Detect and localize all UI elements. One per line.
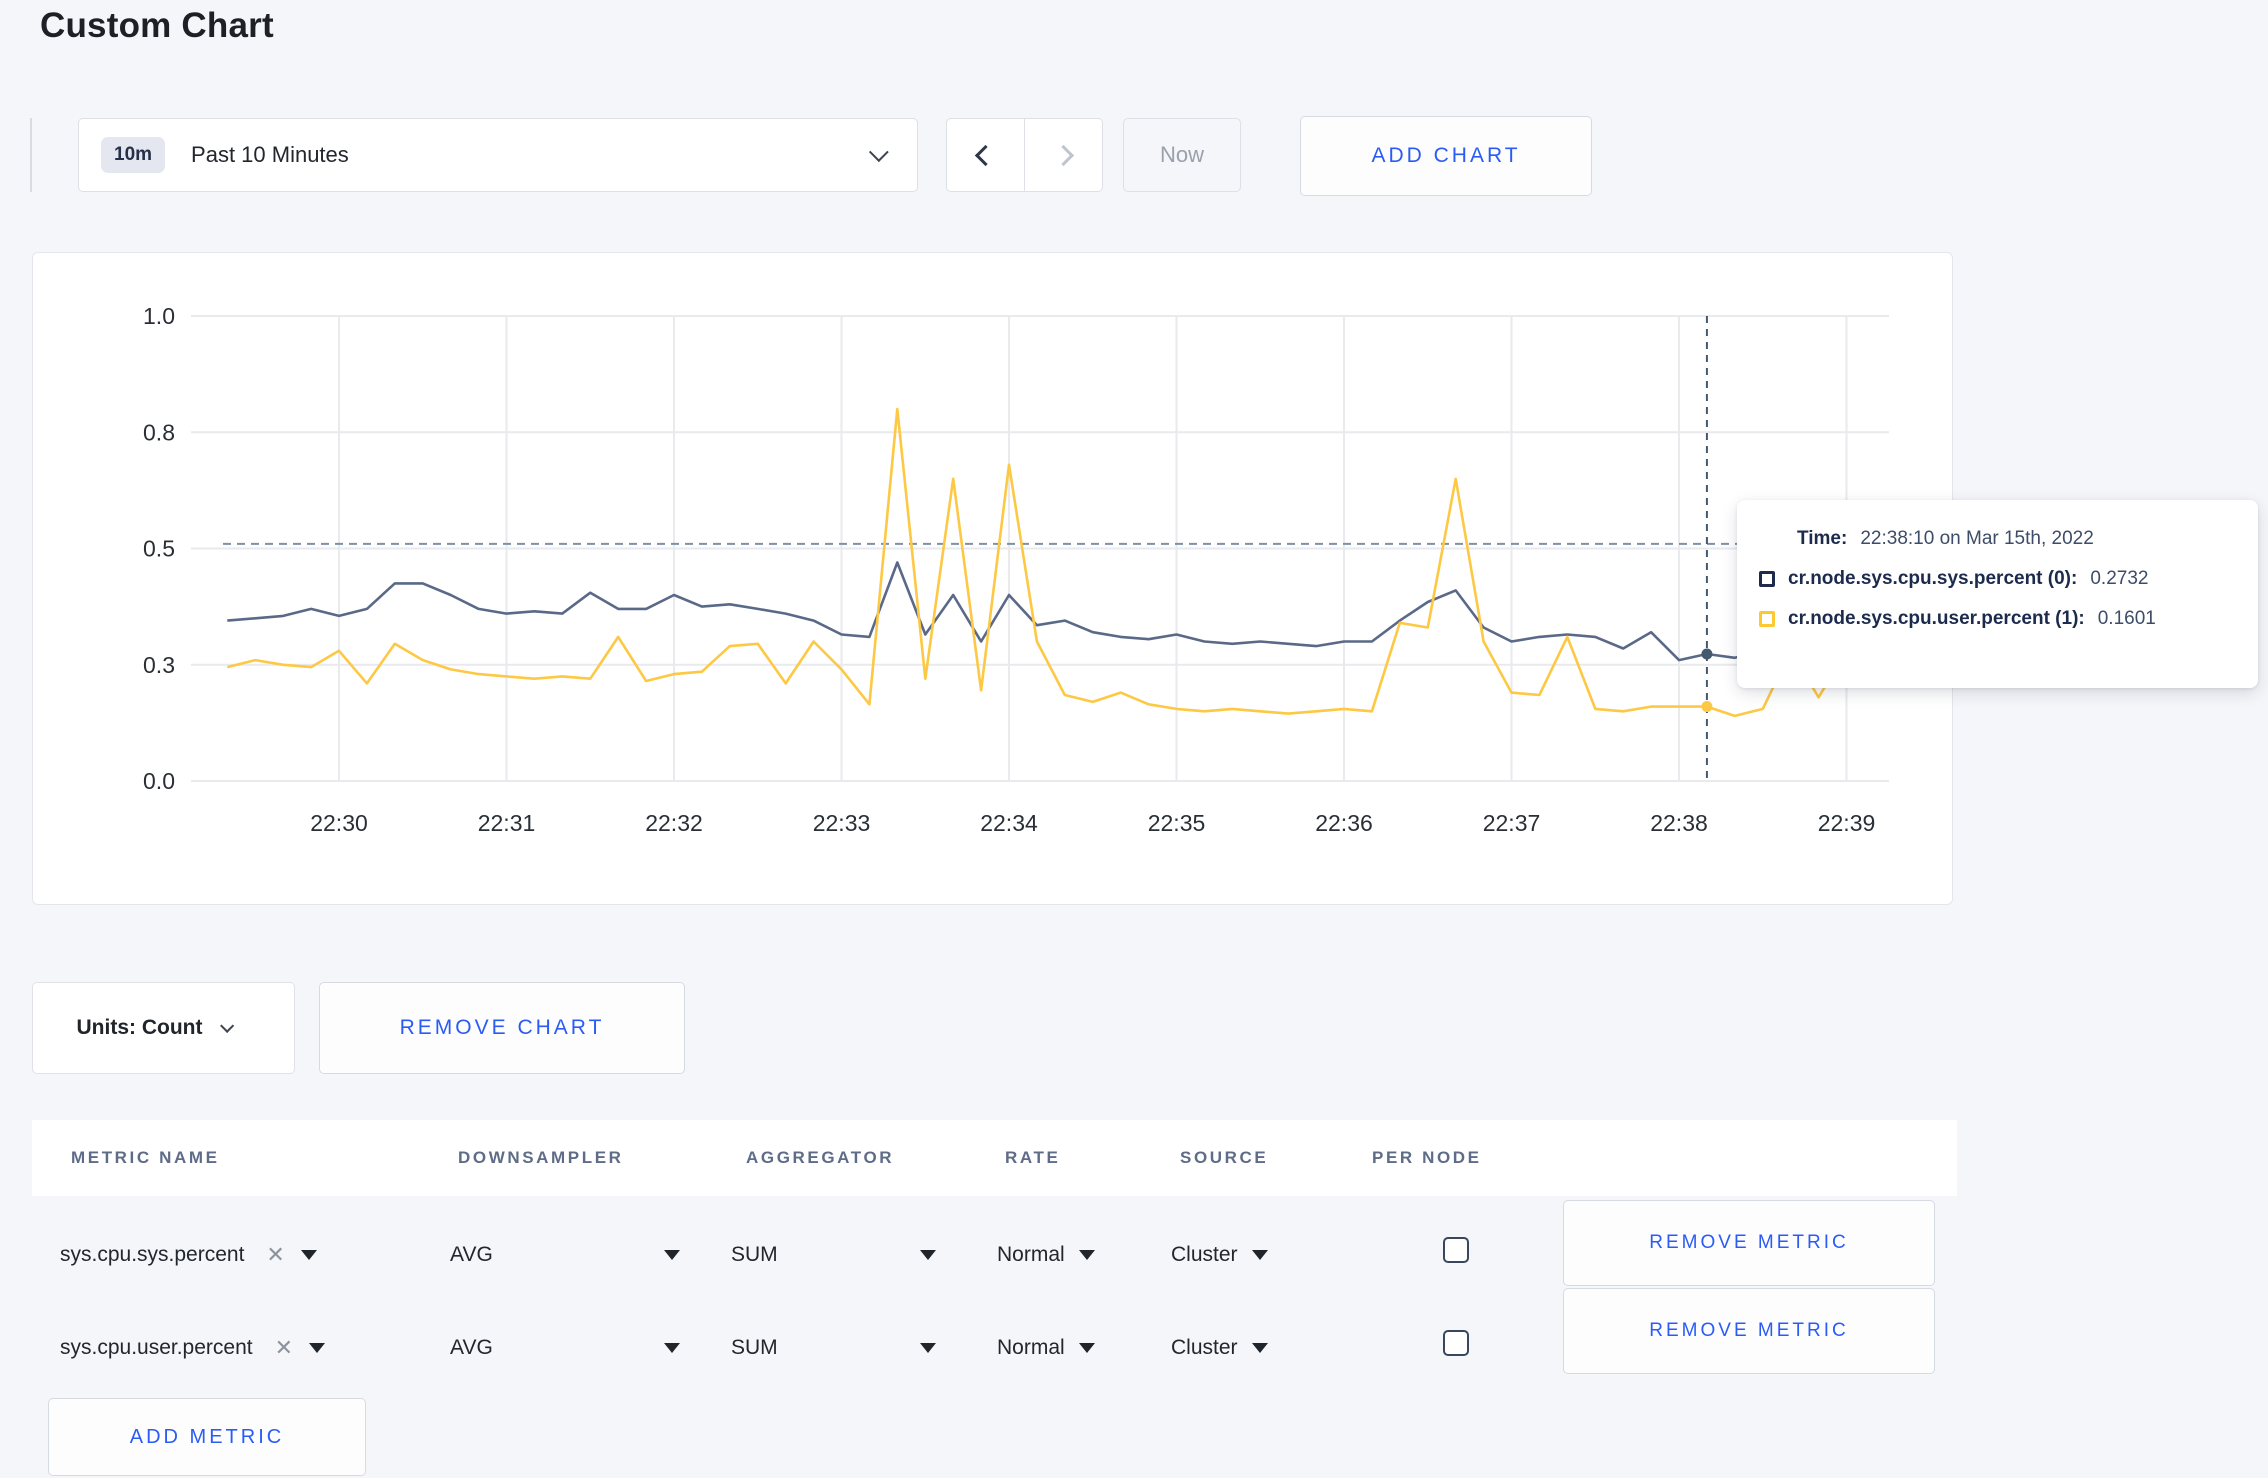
svg-text:22:34: 22:34	[980, 810, 1038, 836]
tooltip-series-label: cr.node.sys.cpu.sys.percent (0):	[1788, 568, 2078, 589]
caret-down-icon	[664, 1343, 680, 1353]
svg-text:22:38: 22:38	[1650, 810, 1708, 836]
units-label: Units: Count	[76, 1016, 203, 1039]
svg-text:0.5: 0.5	[143, 536, 175, 562]
column-header-per-node: PER NODE	[1372, 1148, 1482, 1167]
add-metric-button[interactable]: ADD METRIC	[48, 1398, 366, 1476]
chevron-down-icon	[868, 142, 889, 163]
aggregator-value: SUM	[731, 1336, 778, 1359]
caret-down-icon	[309, 1343, 326, 1353]
downsampler-value: AVG	[450, 1243, 493, 1266]
tooltip-time-label: Time:	[1797, 528, 1848, 549]
source-value: Cluster	[1171, 1336, 1238, 1359]
tooltip-series-value: 0.1601	[2097, 608, 2156, 629]
svg-text:1.0: 1.0	[143, 303, 175, 329]
svg-text:22:32: 22:32	[645, 810, 703, 836]
column-header-aggregator: AGGREGATOR	[746, 1148, 895, 1167]
caret-down-icon	[1251, 1343, 1268, 1353]
chart-card: 0.0 0.3 0.5 0.8 1.0 22:30 22:31 22:32 22:33 22:34…	[32, 252, 1953, 905]
prev-time-button[interactable]	[947, 119, 1024, 191]
per-node-checkbox[interactable]	[1443, 1330, 1469, 1356]
time-range-badge: 10m	[101, 137, 166, 173]
timeseries-chart[interactable]: 0.0 0.3 0.5 0.8 1.0 22:30 22:31 22:32 22:33 22:34…	[33, 253, 1952, 904]
caret-down-icon	[1078, 1343, 1095, 1353]
column-header-source: SOURCE	[1180, 1148, 1269, 1167]
svg-text:0.3: 0.3	[143, 652, 175, 678]
downsampler-select[interactable]: AVG	[450, 1222, 680, 1288]
aggregator-select[interactable]: SUM	[731, 1315, 936, 1381]
svg-text:0.8: 0.8	[143, 419, 175, 445]
page-title: Custom Chart	[40, 6, 274, 45]
chevron-right-icon	[1052, 144, 1075, 166]
caret-down-icon	[920, 1343, 936, 1353]
source-value: Cluster	[1171, 1243, 1238, 1266]
svg-text:22:30: 22:30	[310, 810, 368, 836]
series-sys-swatch-icon	[1759, 571, 1775, 587]
chevron-left-icon	[974, 144, 997, 166]
now-button[interactable]: Now	[1123, 118, 1241, 192]
tooltip-time-value: 22:38:10 on Mar 15th, 2022	[1860, 528, 2094, 549]
column-header-metric-name: METRIC NAME	[71, 1148, 220, 1167]
svg-text:22:35: 22:35	[1148, 810, 1206, 836]
metric-name-select[interactable]: sys.cpu.user.percent ✕	[60, 1315, 326, 1381]
per-node-checkbox[interactable]	[1443, 1237, 1469, 1263]
time-nav-group	[946, 118, 1103, 192]
rate-select[interactable]: Normal	[997, 1222, 1095, 1288]
time-range-label: Past 10 Minutes	[191, 142, 349, 167]
svg-text:22:37: 22:37	[1483, 810, 1541, 836]
remove-metric-button[interactable]: REMOVE METRIC	[1563, 1200, 1935, 1286]
downsampler-value: AVG	[450, 1336, 493, 1359]
chart-tooltip: Time: 22:38:10 on Mar 15th, 2022 cr.node…	[1737, 500, 2258, 688]
tooltip-series-value: 0.2732	[2090, 568, 2149, 589]
svg-text:0.0: 0.0	[143, 768, 175, 794]
remove-chart-button[interactable]: REMOVE CHART	[319, 982, 685, 1074]
rate-value: Normal	[997, 1336, 1065, 1359]
chevron-down-icon	[220, 1018, 235, 1033]
column-header-downsampler: DOWNSAMPLER	[458, 1148, 624, 1167]
source-select[interactable]: Cluster	[1171, 1315, 1268, 1381]
column-header-rate: RATE	[1005, 1148, 1061, 1167]
caret-down-icon	[1251, 1250, 1268, 1260]
downsampler-select[interactable]: AVG	[450, 1315, 680, 1381]
next-time-button[interactable]	[1024, 119, 1102, 191]
svg-text:22:33: 22:33	[813, 810, 871, 836]
rate-value: Normal	[997, 1243, 1065, 1266]
svg-text:22:31: 22:31	[478, 810, 536, 836]
add-chart-button[interactable]: ADD CHART	[1300, 116, 1592, 196]
time-range-select[interactable]: 10m Past 10 Minutes	[78, 118, 918, 192]
clear-icon[interactable]: ✕	[275, 1335, 293, 1361]
caret-down-icon	[300, 1250, 317, 1260]
series-user-swatch-icon	[1759, 611, 1775, 627]
rate-select[interactable]: Normal	[997, 1315, 1095, 1381]
remove-metric-button[interactable]: REMOVE METRIC	[1563, 1288, 1935, 1374]
aggregator-value: SUM	[731, 1243, 778, 1266]
metrics-table-header: METRIC NAME DOWNSAMPLER AGGREGATOR RATE …	[32, 1120, 1957, 1196]
svg-text:22:36: 22:36	[1315, 810, 1373, 836]
svg-text:22:39: 22:39	[1818, 810, 1876, 836]
units-select[interactable]: Units: Count	[32, 982, 295, 1074]
toolbar-divider	[30, 118, 32, 192]
metric-name-select[interactable]: sys.cpu.sys.percent ✕	[60, 1222, 317, 1288]
tooltip-series-label: cr.node.sys.cpu.user.percent (1):	[1788, 608, 2085, 629]
source-select[interactable]: Cluster	[1171, 1222, 1268, 1288]
metric-name-value: sys.cpu.sys.percent	[60, 1243, 245, 1266]
caret-down-icon	[920, 1250, 936, 1260]
clear-icon[interactable]: ✕	[266, 1242, 284, 1268]
aggregator-select[interactable]: SUM	[731, 1222, 936, 1288]
caret-down-icon	[1078, 1250, 1095, 1260]
caret-down-icon	[664, 1250, 680, 1260]
metric-name-value: sys.cpu.user.percent	[60, 1336, 253, 1359]
custom-chart-page: Custom Chart 10m Past 10 Minutes Now ADD…	[0, 0, 2268, 1478]
